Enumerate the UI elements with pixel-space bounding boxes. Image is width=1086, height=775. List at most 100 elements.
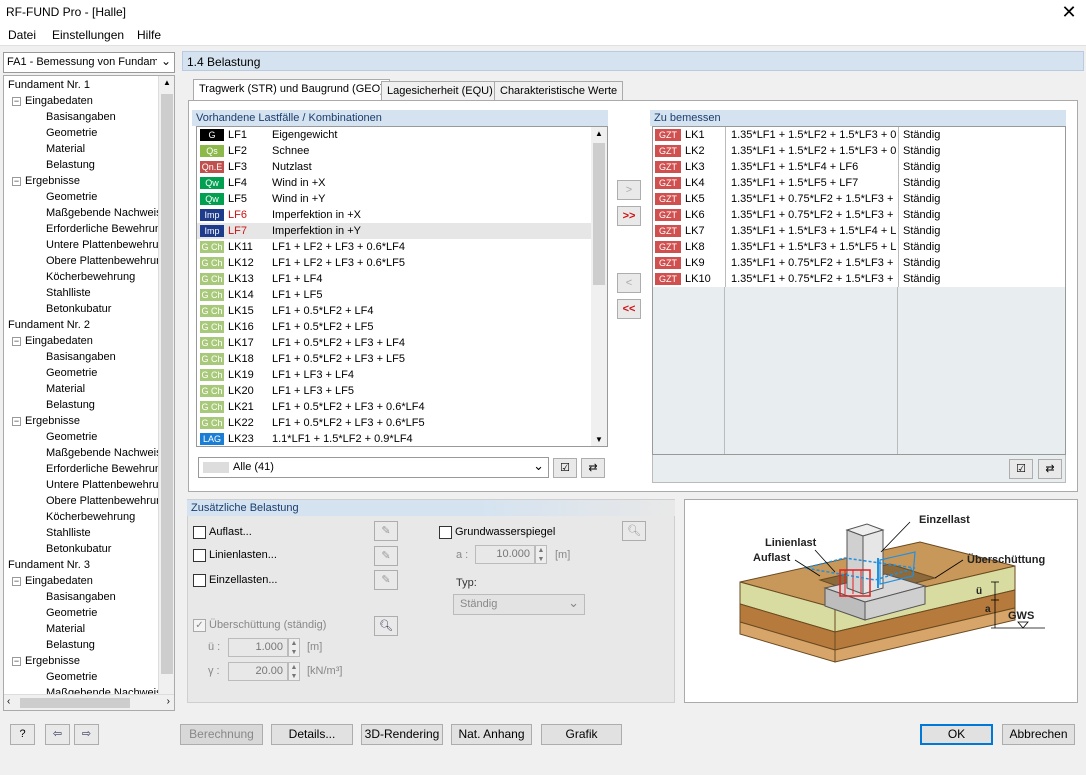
available-row[interactable]: G Ch LK13 LF1 + LF4 bbox=[197, 271, 591, 287]
available-scroll-thumb[interactable] bbox=[593, 143, 605, 285]
tab-str-geo[interactable]: Tragwerk (STR) und Baugrund (GEO) bbox=[193, 79, 390, 100]
case-select[interactable]: FA1 - Bemessung von Fundame ⌄ bbox=[3, 52, 175, 73]
tree-node-item[interactable]: Köcherbewehrung bbox=[46, 509, 135, 525]
typ-select[interactable]: Ständig ⌄ bbox=[453, 594, 585, 615]
tree-node-item[interactable]: Material bbox=[46, 141, 85, 157]
tree-node-group[interactable]: Ergebnisse bbox=[25, 653, 80, 669]
einzellasten-edit-icon[interactable]: ✎ bbox=[374, 570, 398, 590]
ok-button[interactable]: OK bbox=[920, 724, 993, 745]
tree-hscroll-thumb[interactable] bbox=[20, 698, 130, 708]
design-row[interactable]: GZT LK5 1.35*LF1 + 0.75*LF2 + 1.5*LF3 + Stä… bbox=[653, 191, 1065, 207]
collapse-icon[interactable]: − bbox=[12, 177, 21, 186]
available-row[interactable]: G Ch LK18 LF1 + 0.5*LF2 + LF3 + LF5 bbox=[197, 351, 591, 367]
tree-node-item[interactable]: Basisangaben bbox=[46, 589, 116, 605]
available-row[interactable]: G Ch LK15 LF1 + 0.5*LF2 + LF4 bbox=[197, 303, 591, 319]
details-button[interactable]: Details... bbox=[271, 724, 353, 745]
tree-node-item[interactable]: Köcherbewehrung bbox=[46, 269, 135, 285]
tree-node-item[interactable]: Material bbox=[46, 621, 85, 637]
tree-node-group[interactable]: Eingabedaten bbox=[25, 93, 93, 109]
design-row[interactable]: GZT LK8 1.35*LF1 + 1.5*LF3 + 1.5*LF5 + L St… bbox=[653, 239, 1065, 255]
auflast-checkbox[interactable] bbox=[193, 526, 206, 539]
grafik-button[interactable]: Grafik bbox=[541, 724, 622, 745]
design-row[interactable]: GZT LK1 1.35*LF1 + 1.5*LF2 + 1.5*LF3 + 0. S… bbox=[653, 127, 1065, 143]
gamma-stepper[interactable]: ▲ ▼ bbox=[288, 662, 300, 681]
tree-node-item[interactable]: Belastung bbox=[46, 397, 95, 413]
u-stepper[interactable]: ▲ ▼ bbox=[288, 638, 300, 657]
design-row[interactable]: GZT LK3 1.35*LF1 + 1.5*LF4 + LF6 Ständig bbox=[653, 159, 1065, 175]
add-all-button[interactable]: >> bbox=[617, 206, 641, 226]
ueberschuettung-checkbox[interactable]: ✓ bbox=[193, 619, 206, 632]
cancel-button[interactable]: Abbrechen bbox=[1002, 724, 1075, 745]
a-stepper[interactable]: ▲ ▼ bbox=[535, 545, 547, 564]
tree-node-group[interactable]: Ergebnisse bbox=[25, 173, 80, 189]
scroll-right-icon[interactable]: › bbox=[167, 696, 170, 707]
available-row[interactable]: G LF1 Eigengewicht bbox=[197, 127, 591, 143]
linienlasten-checkbox[interactable] bbox=[193, 549, 206, 562]
remove-all-button[interactable]: << bbox=[617, 299, 641, 319]
design-row[interactable]: GZT LK10 1.35*LF1 + 0.75*LF2 + 1.5*LF3 + St… bbox=[653, 271, 1065, 287]
filter-select[interactable]: Alle (41) ⌄ bbox=[198, 457, 549, 478]
tree-node-item[interactable]: Basisangaben bbox=[46, 349, 116, 365]
available-row[interactable]: Qw LF5 Wind in +Y bbox=[197, 191, 591, 207]
auflast-edit-icon[interactable]: ✎ bbox=[374, 521, 398, 541]
tree-node-item[interactable]: Geometrie bbox=[46, 365, 97, 381]
scroll-up-icon[interactable]: ▲ bbox=[595, 129, 603, 138]
tree-node-item[interactable]: Betonkubatur bbox=[46, 301, 111, 317]
tree-vertical-scrollbar[interactable]: ▲ bbox=[158, 76, 174, 696]
gws-checkbox[interactable] bbox=[439, 526, 452, 539]
tab-charakteristisch[interactable]: Charakteristische Werte bbox=[494, 81, 624, 101]
tree-node-foundation[interactable]: Fundament Nr. 3 bbox=[8, 557, 90, 573]
available-row[interactable]: G Ch LK22 LF1 + 0.5*LF2 + LF3 + 0.6*LF5 bbox=[197, 415, 591, 431]
collapse-icon[interactable]: − bbox=[12, 337, 21, 346]
invert-selection-icon[interactable]: ⇄ bbox=[581, 458, 605, 478]
tree-node-item[interactable]: Geometrie bbox=[46, 125, 97, 141]
available-row[interactable]: G Ch LK20 LF1 + LF3 + LF5 bbox=[197, 383, 591, 399]
scroll-left-icon[interactable]: ‹ bbox=[7, 696, 10, 707]
available-row[interactable]: LAG LK23 1.1*LF1 + 1.5*LF2 + 0.9*LF4 bbox=[197, 431, 591, 446]
tree-node-item[interactable]: Geometrie bbox=[46, 669, 97, 685]
tab-equ[interactable]: Lagesicherheit (EQU) bbox=[381, 81, 499, 101]
available-row[interactable]: Qw LF4 Wind in +X bbox=[197, 175, 591, 191]
available-row[interactable]: Qn.E LF3 Nutzlast bbox=[197, 159, 591, 175]
close-icon[interactable]: ✕ bbox=[1052, 0, 1086, 24]
collapse-icon[interactable]: − bbox=[12, 417, 21, 426]
invert-selection-icon[interactable]: ⇄ bbox=[1038, 459, 1062, 479]
add-selected-button[interactable]: > bbox=[617, 180, 641, 200]
design-row[interactable]: GZT LK7 1.35*LF1 + 1.5*LF3 + 1.5*LF4 + L St… bbox=[653, 223, 1065, 239]
available-list[interactable]: G LF1 Eigengewicht Qs LF2 Schnee Qn.E LF3 Nutzla… bbox=[196, 126, 608, 447]
remove-selected-button[interactable]: < bbox=[617, 273, 641, 293]
tree-node-item[interactable]: Basisangaben bbox=[46, 109, 116, 125]
design-row[interactable]: GZT LK6 1.35*LF1 + 0.75*LF2 + 1.5*LF3 + Stä… bbox=[653, 207, 1065, 223]
tree-node-item[interactable]: Maßgebende Nachweise bbox=[46, 205, 168, 221]
tree-node-item[interactable]: Stahlliste bbox=[46, 285, 91, 301]
einzellasten-checkbox[interactable] bbox=[193, 574, 206, 587]
available-row[interactable]: G Ch LK16 LF1 + 0.5*LF2 + LF5 bbox=[197, 319, 591, 335]
collapse-icon[interactable]: − bbox=[12, 577, 21, 586]
available-row[interactable]: Imp LF7 Imperfektion in +Y bbox=[197, 223, 591, 239]
available-row[interactable]: G Ch LK14 LF1 + LF5 bbox=[197, 287, 591, 303]
available-row[interactable]: G Ch LK19 LF1 + LF3 + LF4 bbox=[197, 367, 591, 383]
tree-node-item[interactable]: Erforderliche Bewehrung bbox=[46, 221, 167, 237]
gamma-input[interactable]: 20.00 bbox=[228, 662, 288, 681]
select-all-icon[interactable]: ☑ bbox=[553, 458, 577, 478]
tree-node-item[interactable]: Obere Plattenbewehrung bbox=[46, 493, 168, 509]
available-scrollbar[interactable]: ▲ ▼ bbox=[591, 127, 607, 446]
scroll-up-icon[interactable]: ▲ bbox=[163, 78, 171, 87]
gws-detail-icon[interactable]: 🔍︎ bbox=[622, 521, 646, 541]
collapse-icon[interactable]: − bbox=[12, 97, 21, 106]
collapse-icon[interactable]: − bbox=[12, 657, 21, 666]
tree-node-item[interactable]: Geometrie bbox=[46, 189, 97, 205]
tree-horizontal-scrollbar[interactable]: ‹ › bbox=[4, 694, 174, 710]
tree-node-foundation[interactable]: Fundament Nr. 1 bbox=[8, 77, 90, 93]
available-row[interactable]: G Ch LK11 LF1 + LF2 + LF3 + 0.6*LF4 bbox=[197, 239, 591, 255]
a-input[interactable]: 10.000 bbox=[475, 545, 535, 564]
tree-node-item[interactable]: Geometrie bbox=[46, 429, 97, 445]
tree-node-group[interactable]: Ergebnisse bbox=[25, 413, 80, 429]
menu-einstellungen[interactable]: Einstellungen bbox=[52, 28, 124, 42]
menu-hilfe[interactable]: Hilfe bbox=[137, 28, 161, 42]
export-icon[interactable]: ⇨ bbox=[74, 724, 99, 745]
tree-node-group[interactable]: Eingabedaten bbox=[25, 573, 93, 589]
available-row[interactable]: G Ch LK12 LF1 + LF2 + LF3 + 0.6*LF5 bbox=[197, 255, 591, 271]
linienlasten-edit-icon[interactable]: ✎ bbox=[374, 546, 398, 566]
available-row[interactable]: Qs LF2 Schnee bbox=[197, 143, 591, 159]
